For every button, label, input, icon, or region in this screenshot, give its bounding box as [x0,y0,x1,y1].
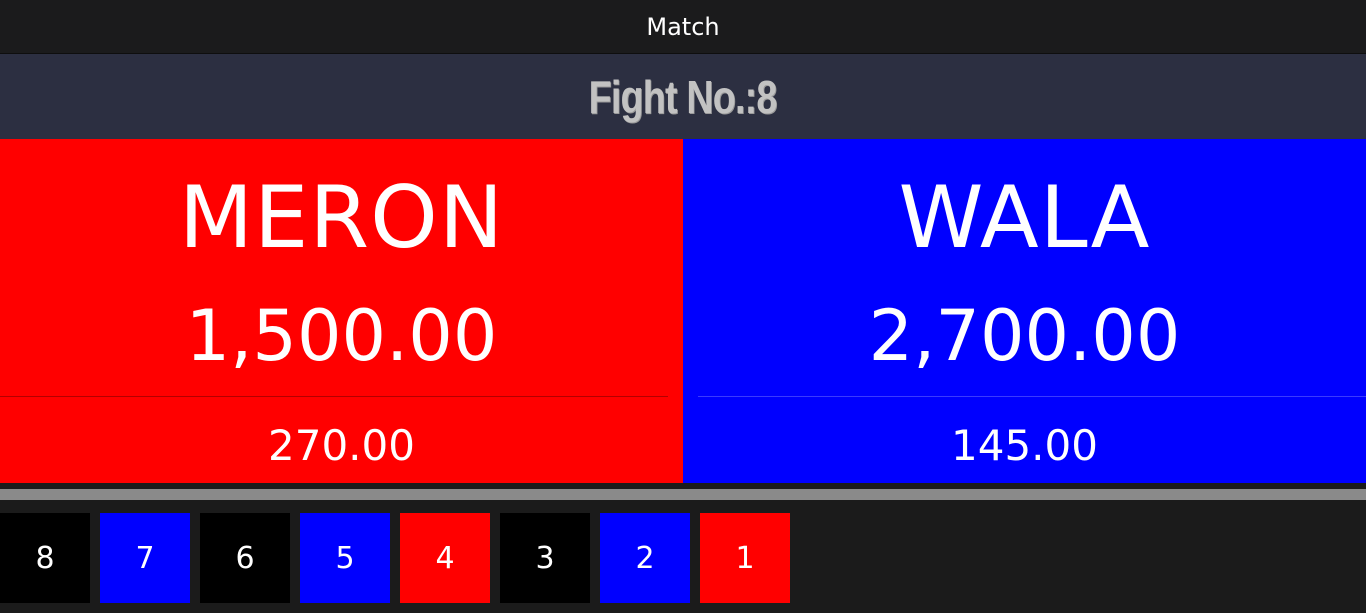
history-chip[interactable]: 4 [400,513,490,603]
history-chip[interactable]: 7 [100,513,190,603]
meron-name: MERON [178,168,505,268]
fight-number-label: Fight No.:8 [589,70,778,123]
window-title-bar: Match [0,0,1366,54]
meron-divider [0,396,668,397]
history-chip[interactable]: 5 [300,513,390,603]
window-title: Match [646,12,720,41]
history-chip[interactable]: 3 [500,513,590,603]
wala-bet-total: 2,700.00 [868,295,1181,377]
history-chip[interactable]: 6 [200,513,290,603]
meron-payout: 270.00 [268,421,415,470]
wala-name: WALA [898,168,1151,268]
wala-divider [698,396,1366,397]
fight-header: Fight No.:8 [0,54,1366,139]
fight-history-list: 8 7 6 5 4 3 2 1 [0,513,790,603]
wala-payout: 145.00 [951,421,1098,470]
meron-bet-total: 1,500.00 [185,295,498,377]
meron-panel[interactable]: MERON 1,500.00 270.00 [0,139,683,483]
history-chip[interactable]: 1 [700,513,790,603]
horizontal-scrollbar[interactable] [0,489,1366,500]
history-chip[interactable]: 8 [0,513,90,603]
history-chip[interactable]: 2 [600,513,690,603]
wala-panel[interactable]: WALA 2,700.00 145.00 [683,139,1366,483]
